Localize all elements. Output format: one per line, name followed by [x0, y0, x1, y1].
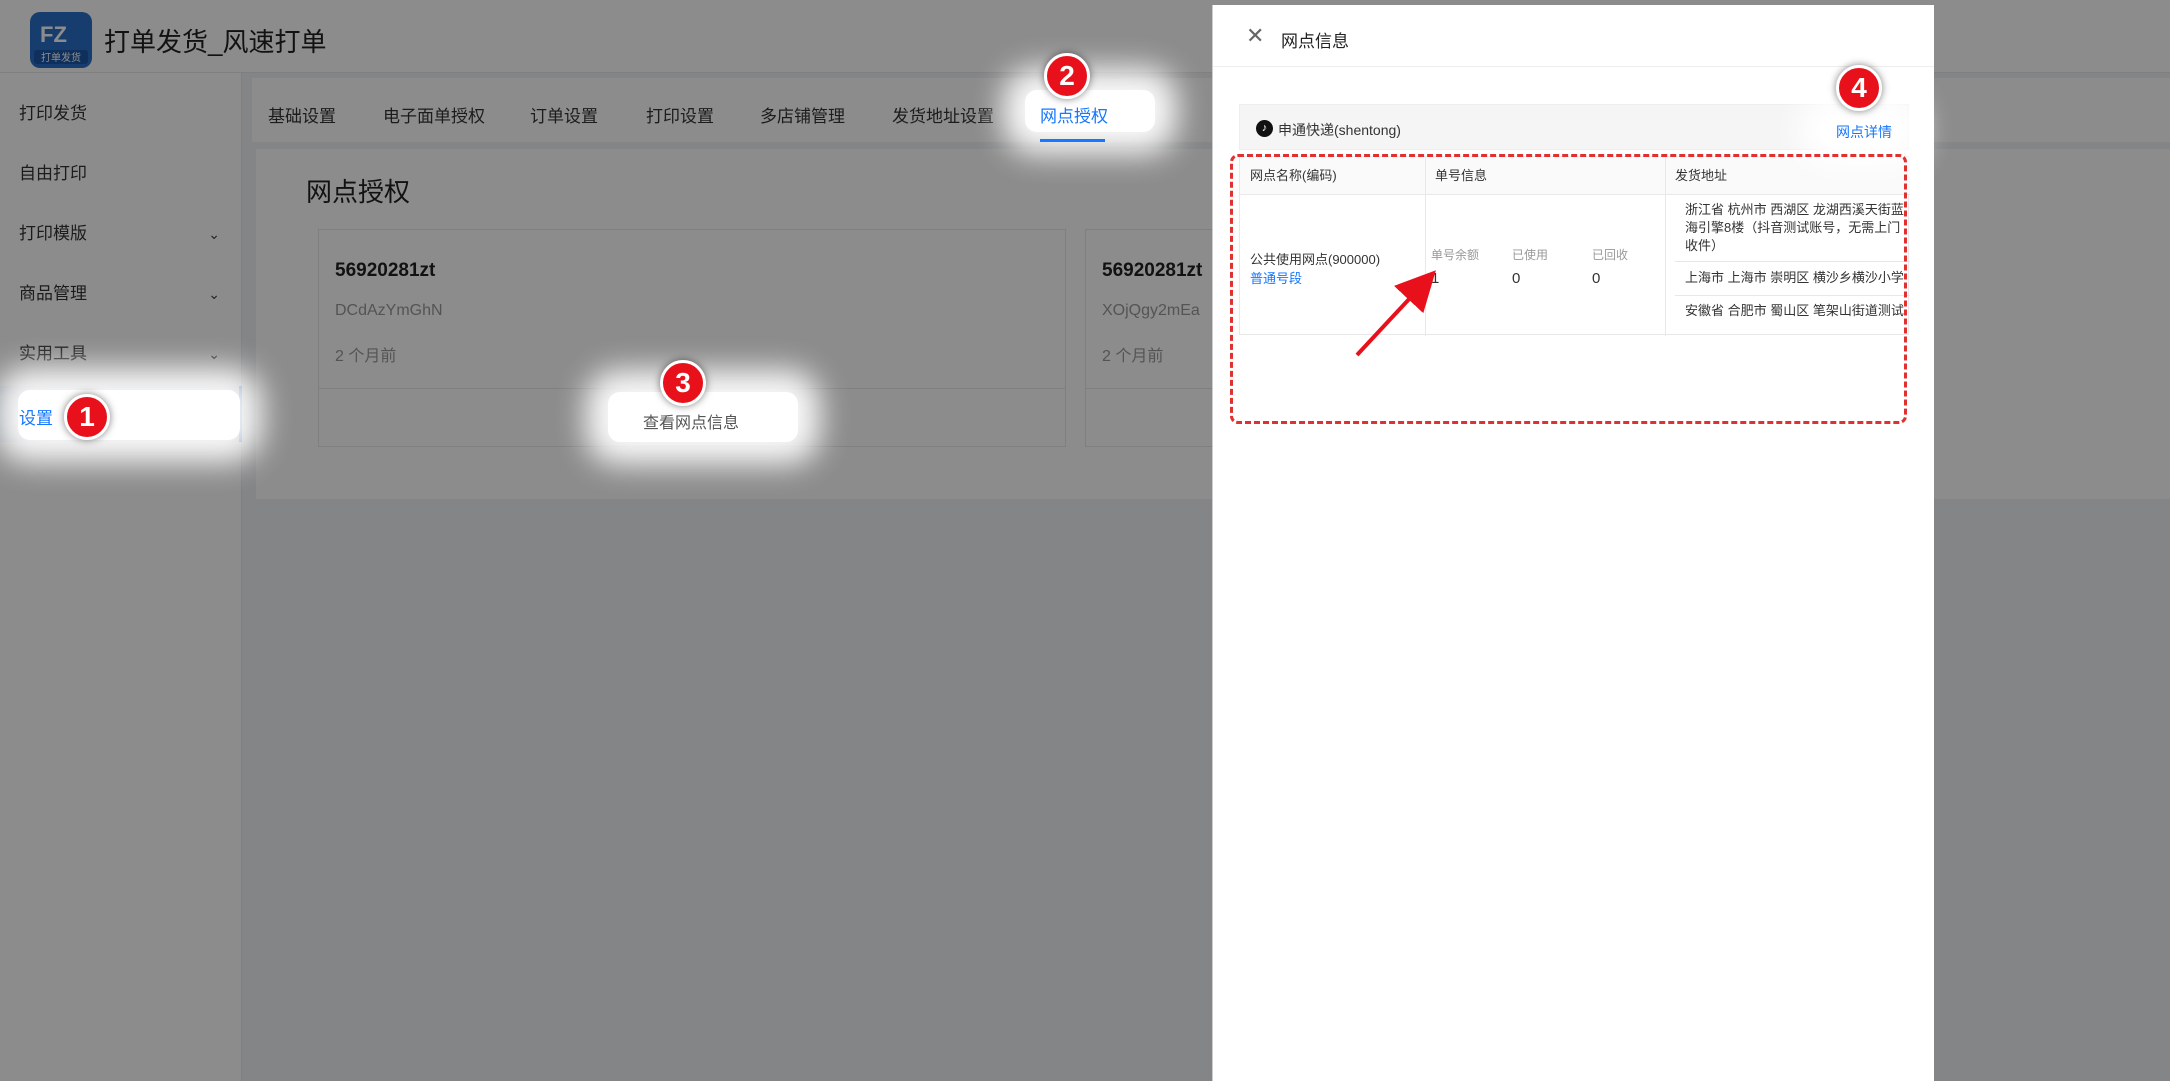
annotation-arrow [1355, 270, 1436, 357]
step-badge-2: 2 [1044, 53, 1090, 99]
step-badge-4: 4 [1836, 65, 1882, 111]
step-badge-3: 3 [660, 360, 706, 406]
step-badge-1: 1 [64, 394, 110, 440]
